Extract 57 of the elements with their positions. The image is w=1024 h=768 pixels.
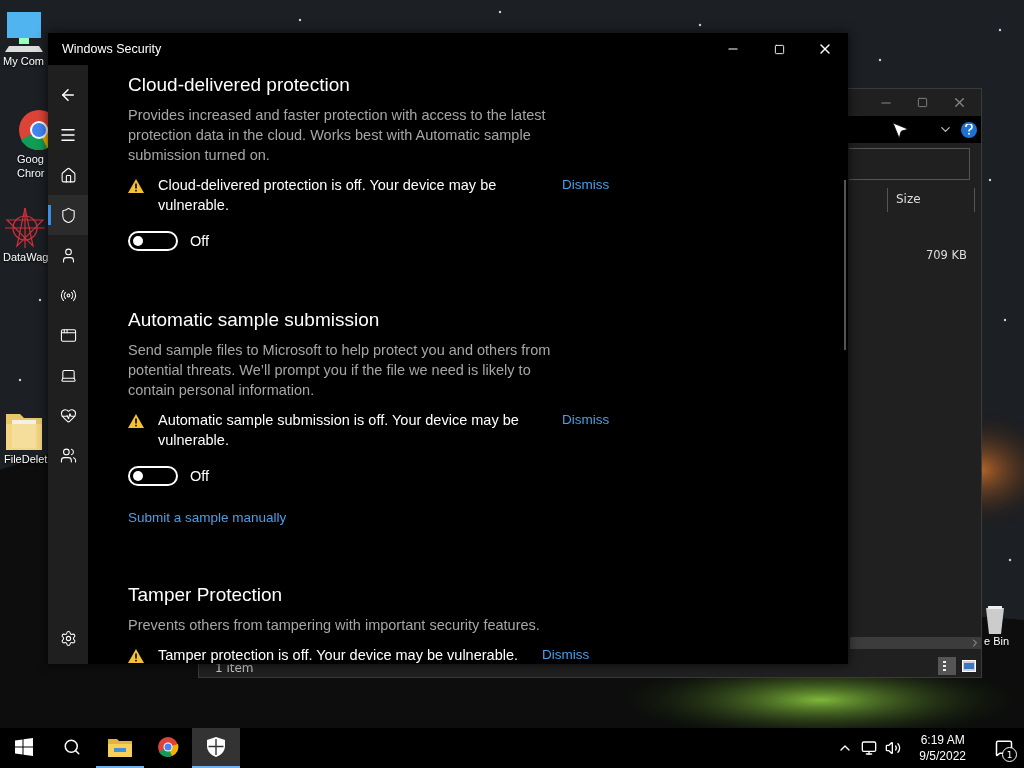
windows-logo-icon[interactable] (15, 738, 33, 756)
star-burst-icon (3, 206, 47, 250)
details-view-icon[interactable] (938, 657, 956, 675)
icon-label[interactable]: My Com (3, 54, 44, 68)
clock[interactable]: 6:19 AM 9/5/2022 (909, 732, 976, 764)
section-title: Cloud-delivered protection (128, 73, 351, 97)
notification-badge: 1 (1002, 747, 1017, 762)
icon-label[interactable]: e Bin (984, 634, 1010, 648)
section-description: Send sample files to Microsoft to help protect you and others from potential threats. We’ll prompt you if the file we need is likely to contain personal information. (128, 341, 552, 400)
volume-icon[interactable] (885, 740, 902, 756)
help-icon[interactable] (961, 121, 977, 138)
shield-icon (59, 206, 77, 224)
people-icon (59, 446, 77, 464)
section-title: Automatic sample submission (128, 308, 381, 332)
scrollbar[interactable] (844, 180, 846, 350)
home-icon (59, 166, 77, 184)
message-icon[interactable] (995, 739, 1013, 757)
warning-text: Automatic sample submission is off. Your device may be vulnerable. (158, 411, 520, 450)
security-taskbar-button[interactable] (192, 728, 240, 768)
warning-text: Tamper protection is off. Your device may be vulnerable. (158, 646, 519, 664)
window-title: Windows Security (61, 42, 163, 56)
submit-sample-link[interactable]: Submit a sample manually (128, 510, 287, 525)
recycle-bin-icon (984, 604, 1006, 634)
icon-label[interactable]: DataWag (3, 250, 49, 264)
heart-pulse-icon (59, 406, 77, 424)
section-description: Prevents others from tampering with important security features. (128, 616, 541, 635)
warning-text: Cloud-delivered protection is off. Your device may be vulnerable. (158, 176, 498, 215)
warning-icon (128, 179, 144, 193)
column-header[interactable]: Size (887, 188, 975, 212)
file-size: 709 KB (925, 248, 967, 262)
toggle-label: Off (190, 233, 210, 249)
network-icon[interactable] (861, 740, 878, 756)
search-icon[interactable] (63, 738, 81, 756)
window-icon (59, 326, 77, 344)
warning-icon (128, 414, 144, 428)
dismiss-link[interactable]: Dismiss (562, 410, 610, 430)
toggle-label: Off (190, 468, 210, 484)
chrome-icon (157, 736, 179, 758)
toggle-switch[interactable] (128, 466, 178, 486)
toggle-switch[interactable] (128, 231, 178, 251)
thumbnail-view-icon[interactable] (960, 657, 978, 675)
icon-label[interactable]: Goog Chror (17, 152, 45, 180)
sidebar-item[interactable] (48, 195, 88, 235)
section-description: Provides increased and faster protection with access to the latest protection data in the cloud. Works best with Automatic sample submission turned on. (128, 106, 547, 165)
shield-icon (207, 737, 225, 757)
section-title: Tamper Protection (128, 583, 284, 607)
dismiss-link[interactable]: Dismiss (542, 645, 590, 664)
settings-icon[interactable] (59, 629, 77, 647)
icon-label[interactable]: FileDelet (4, 452, 48, 466)
horizontal-scrollbar[interactable] (850, 637, 981, 649)
dismiss-link[interactable]: Dismiss (562, 175, 610, 195)
menu-icon[interactable] (59, 126, 77, 144)
mouse-pointer-icon (890, 120, 910, 140)
computer-icon (3, 10, 45, 54)
back-icon[interactable] (59, 86, 77, 104)
search-field[interactable] (849, 148, 970, 180)
folder-icon (108, 737, 132, 757)
